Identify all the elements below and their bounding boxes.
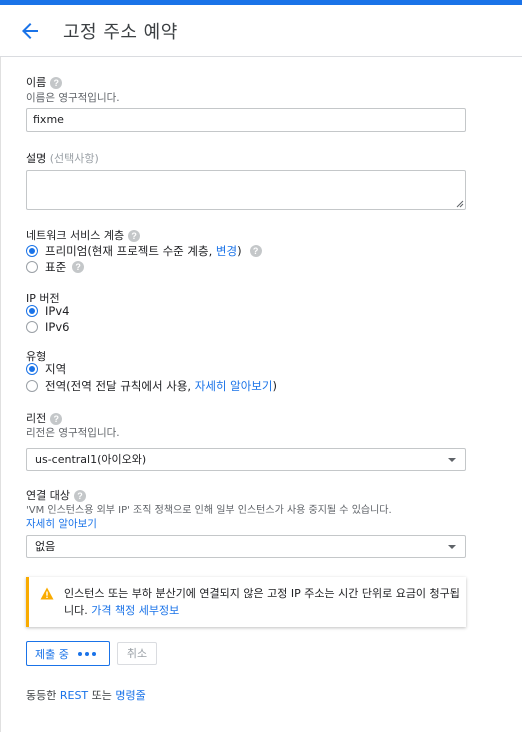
- radio-button[interactable]: [26, 321, 38, 333]
- rest-link[interactable]: REST: [60, 689, 88, 702]
- radio-button[interactable]: [26, 261, 38, 273]
- page-header: 고정 주소 예약: [0, 5, 522, 57]
- radio-standard[interactable]: 표준 ?: [26, 259, 85, 275]
- dropdown-caret-icon: [448, 545, 456, 549]
- radio-ipv4-label: IPv4: [45, 304, 70, 318]
- warning-icon: [40, 587, 54, 600]
- cancel-button[interactable]: 취소: [117, 642, 157, 665]
- radio-global-label: 전역(전역 전달 규칙에서 사용,: [45, 379, 195, 393]
- page-title: 고정 주소 예약: [63, 22, 178, 43]
- warning-text-block: 인스턴스 또는 부하 분산기에 연결되지 않은 고정 IP 주소는 시간 단위로…: [64, 585, 462, 619]
- region-hint: 리전은 영구적입니다.: [26, 427, 120, 439]
- attached-to-hint: 'VM 인스턴스용 외부 IP' 조직 정책으로 인해 일부 인스턴스가 사용 …: [26, 505, 392, 516]
- radio-global[interactable]: 전역(전역 전달 규칙에서 사용, 자세히 알아보기): [26, 378, 277, 394]
- region-select-value: us-central1(아이오와): [35, 453, 147, 466]
- attached-to-select[interactable]: 없음: [26, 535, 466, 558]
- radio-ipv6-label: IPv6: [45, 320, 70, 334]
- radio-standard-label: 표준: [45, 260, 67, 274]
- help-icon[interactable]: ?: [50, 77, 63, 89]
- radio-premium-label: 프리미엄(현재 프로젝트 수준 계층,: [45, 244, 216, 258]
- pricing-warning: 인스턴스 또는 부하 분산기에 연결되지 않은 고정 IP 주소는 시간 단위로…: [26, 577, 466, 627]
- radio-regional-label: 지역: [45, 362, 67, 376]
- radio-premium[interactable]: 프리미엄(현재 프로젝트 수준 계층, 변경) ?: [26, 243, 262, 259]
- back-arrow-icon[interactable]: [18, 19, 42, 43]
- radio-button[interactable]: [26, 363, 38, 375]
- region-select[interactable]: us-central1(아이오와): [26, 448, 466, 471]
- help-icon[interactable]: ?: [128, 230, 141, 242]
- description-label-row: 설명 (선택사항): [26, 150, 99, 166]
- footer-middle: 또는: [88, 689, 116, 702]
- footer-prefix: 동등한: [26, 689, 60, 702]
- help-icon[interactable]: ?: [50, 413, 63, 425]
- help-icon[interactable]: ?: [72, 261, 85, 273]
- submit-button[interactable]: 제출 중: [26, 641, 110, 666]
- pricing-details-link[interactable]: 가격 책정 세부정보: [91, 604, 179, 617]
- radio-button[interactable]: [26, 245, 38, 257]
- description-textarea[interactable]: [26, 170, 466, 210]
- name-label-row: 이름?: [26, 74, 63, 90]
- name-label: 이름: [26, 76, 47, 89]
- left-divider: [0, 57, 1, 732]
- attached-to-select-value: 없음: [35, 540, 56, 553]
- radio-button[interactable]: [26, 305, 38, 317]
- region-label: 리전: [26, 412, 47, 425]
- resize-handle-icon[interactable]: [455, 199, 464, 208]
- radio-global-suffix: ): [272, 379, 277, 393]
- help-icon[interactable]: ?: [249, 245, 262, 257]
- name-input[interactable]: fixme: [26, 108, 466, 132]
- region-label-row: 리전?: [26, 410, 63, 426]
- radio-button[interactable]: [26, 380, 38, 392]
- description-optional: (선택사항): [49, 152, 99, 165]
- description-label: 설명: [26, 152, 47, 165]
- radio-ipv4[interactable]: IPv4: [26, 303, 69, 319]
- attached-to-learn-more-link[interactable]: 자세히 알아보기: [26, 516, 97, 531]
- radio-ipv6[interactable]: IPv6: [26, 319, 69, 335]
- loading-dots-icon: [77, 651, 96, 656]
- dropdown-caret-icon: [448, 458, 456, 462]
- radio-regional[interactable]: 지역: [26, 361, 66, 377]
- command-line-link[interactable]: 명령줄: [115, 689, 145, 702]
- network-tier-label-row: 네트워크 서비스 계층?: [26, 227, 141, 243]
- radio-premium-suffix: ): [237, 244, 242, 258]
- learn-more-link[interactable]: 자세히 알아보기: [195, 379, 273, 393]
- equivalent-footer: 동등한 REST 또는 명령줄: [26, 687, 146, 703]
- submit-button-label: 제출 중: [35, 647, 69, 661]
- change-tier-link[interactable]: 변경: [216, 244, 237, 258]
- network-tier-label: 네트워크 서비스 계층: [26, 229, 125, 242]
- name-hint: 이름은 영구적입니다.: [26, 92, 120, 104]
